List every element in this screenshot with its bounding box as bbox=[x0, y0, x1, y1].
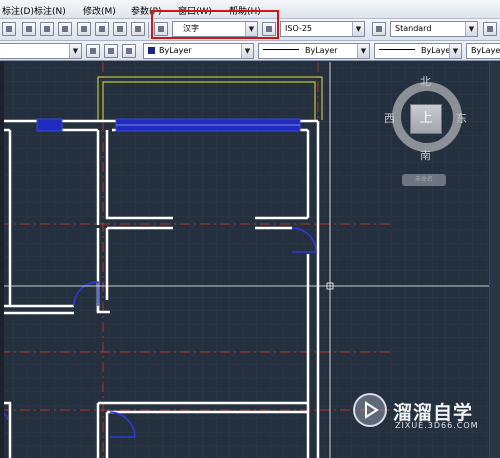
multileader-style-icon[interactable] bbox=[483, 22, 497, 36]
compass-east[interactable]: 东 bbox=[456, 110, 467, 126]
canvas-left-edge bbox=[0, 62, 4, 458]
tool-icon-4[interactable] bbox=[58, 22, 72, 36]
help-icon[interactable] bbox=[131, 22, 145, 36]
wcs-menu[interactable]: 未命名 bbox=[402, 174, 446, 186]
table-style-select[interactable]: Standard ▼ bbox=[390, 21, 478, 37]
linetype-select[interactable]: ByLayer ▼ bbox=[258, 43, 370, 59]
chevron-down-icon[interactable]: ▼ bbox=[449, 44, 461, 58]
plotstyle-select[interactable]: ByLayer bbox=[466, 43, 500, 59]
tool-icon-5[interactable] bbox=[77, 22, 91, 36]
watermark-logo-icon bbox=[353, 393, 387, 427]
layer-icon-2[interactable] bbox=[104, 44, 118, 58]
layer-icon-3[interactable] bbox=[122, 44, 136, 58]
tool-icon-6[interactable] bbox=[95, 22, 109, 36]
compass-north[interactable]: 北 bbox=[420, 73, 431, 89]
layer-icon-1[interactable] bbox=[86, 44, 100, 58]
dim-style-select[interactable]: ISO-25 ▼ bbox=[280, 21, 365, 37]
chevron-down-icon[interactable]: ▼ bbox=[465, 22, 477, 36]
table-style-icon[interactable] bbox=[372, 22, 386, 36]
text-style-highlight-box bbox=[151, 10, 279, 39]
chevron-down-icon[interactable]: ▼ bbox=[357, 44, 369, 58]
color-select[interactable]: ByLayer ▼ bbox=[143, 43, 254, 59]
chevron-down-icon[interactable]: ▼ bbox=[352, 22, 364, 36]
lineweight-select[interactable]: ByLayer ▼ bbox=[374, 43, 462, 59]
compass-south[interactable]: 南 bbox=[420, 147, 431, 163]
compass-west[interactable]: 西 bbox=[384, 110, 395, 126]
lineweight-preview bbox=[379, 49, 415, 50]
watermark-url: ZIXUE.3D66.COM bbox=[395, 421, 479, 430]
layer-select[interactable]: ▼ bbox=[0, 43, 82, 59]
vertical-scrollbar[interactable] bbox=[489, 62, 500, 458]
linetype-preview bbox=[263, 49, 299, 50]
chevron-down-icon[interactable]: ▼ bbox=[241, 44, 253, 58]
menu-dimension[interactable]: 标注(D) bbox=[2, 4, 34, 17]
tool-icon-2[interactable] bbox=[22, 22, 36, 36]
tool-icon-7[interactable] bbox=[113, 22, 127, 36]
color-swatch bbox=[148, 47, 155, 54]
chevron-down-icon[interactable]: ▼ bbox=[69, 44, 81, 58]
toolbar-separator bbox=[148, 22, 149, 38]
menu-modify[interactable]: 修改(M) bbox=[83, 4, 116, 17]
play-icon bbox=[365, 401, 379, 419]
tool-icon-1[interactable] bbox=[2, 22, 16, 36]
properties-toolbar: ▼ ByLayer ▼ ByLayer ▼ ByLayer ▼ ByLayer bbox=[0, 41, 500, 61]
tool-icon-3[interactable] bbox=[40, 22, 54, 36]
menu-annotate[interactable]: 标注(N) bbox=[34, 4, 66, 17]
viewcube-top-face[interactable]: 上 bbox=[410, 104, 442, 134]
